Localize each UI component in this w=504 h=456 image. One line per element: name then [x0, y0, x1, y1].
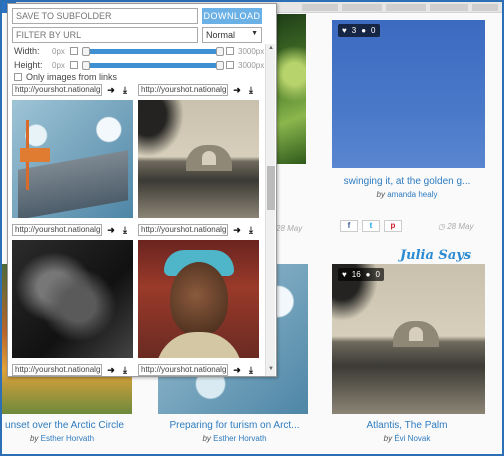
comment-count: 0: [371, 26, 376, 35]
comment-count: 0: [375, 270, 380, 279]
thumbnail-woman-portrait[interactable]: [138, 240, 259, 358]
width-max-handle[interactable]: [216, 47, 224, 56]
download-icon[interactable]: ⤓: [246, 225, 256, 236]
card-byline-arctic-prep: by Esther Horvath: [162, 434, 307, 443]
width-max-checkbox[interactable]: [226, 47, 234, 55]
image-url-row: http://yourshot.nationalg ➜ ⤓: [138, 84, 256, 96]
height-min-label: 0px: [52, 61, 65, 70]
author-link[interactable]: Esther Horvath: [213, 434, 266, 443]
filter-mode-select[interactable]: Normal ▼: [202, 27, 262, 43]
comment-icon: ●: [361, 26, 367, 35]
image-url-field[interactable]: http://yourshot.nationalg: [12, 364, 102, 376]
height-min-handle[interactable]: [82, 61, 90, 70]
card-stats-golden-gate: ♥ 3 ● 0: [338, 24, 380, 37]
author-link[interactable]: amanda healy: [387, 190, 437, 199]
arrow-right-icon[interactable]: ➜: [232, 85, 242, 96]
card-date: 28 May: [447, 222, 474, 231]
thumbnail-gorilla[interactable]: [12, 240, 133, 358]
twitter-share-button[interactable]: t: [362, 220, 380, 232]
photo-golden-gate[interactable]: [332, 20, 485, 168]
image-downloader-popup: DOWNLOAD Normal ▼ Width: 0px 3000px Heig…: [7, 3, 277, 377]
download-icon[interactable]: ⤓: [120, 225, 130, 236]
height-max-handle[interactable]: [216, 61, 224, 70]
image-url-field[interactable]: http://yourshot.nationalg: [138, 364, 228, 376]
thumbnail-arctic-ship[interactable]: [12, 100, 133, 218]
arrow-right-icon[interactable]: ➜: [106, 225, 116, 236]
card-byline-golden-gate: by amanda healy: [332, 190, 482, 199]
author-link[interactable]: Évi Novak: [394, 434, 430, 443]
arrow-right-icon[interactable]: ➜: [106, 85, 116, 96]
image-url-row: http://yourshot.nationalg ➜ ⤓: [12, 224, 130, 236]
chevron-down-icon: ▼: [251, 30, 258, 37]
only-links-label: Only images from links: [26, 72, 118, 82]
by-label: by: [376, 190, 385, 199]
height-max-label: 3000px: [238, 61, 265, 70]
scroll-up-icon[interactable]: ▲: [267, 45, 275, 51]
card-title-golden-gate[interactable]: swinging it, at the golden g...: [332, 176, 482, 187]
watermark-julia-says: Julia Says: [400, 248, 472, 263]
height-slider[interactable]: [84, 63, 220, 68]
width-min-handle[interactable]: [82, 47, 90, 56]
height-min-checkbox[interactable]: [70, 61, 78, 69]
like-count: 16: [351, 270, 361, 279]
scroll-down-icon[interactable]: ▼: [267, 366, 275, 372]
filter-url-input[interactable]: [12, 27, 198, 43]
subfolder-input[interactable]: [12, 8, 198, 24]
width-label: Width:: [14, 46, 40, 56]
by-label: by: [383, 434, 393, 443]
card-title-arctic-sunset[interactable]: unset over the Arctic Circle: [2, 420, 127, 431]
arrow-right-icon[interactable]: ➜: [232, 225, 242, 236]
pinterest-share-button[interactable]: p: [384, 220, 402, 232]
author-link[interactable]: Esther Horvath: [41, 434, 94, 443]
only-links-checkbox[interactable]: [14, 73, 22, 81]
download-icon[interactable]: ⤓: [120, 365, 130, 376]
heart-icon: ♥: [342, 270, 347, 279]
arrow-right-icon[interactable]: ➜: [106, 365, 116, 376]
download-icon[interactable]: ⤓: [246, 85, 256, 96]
filter-mode-value: Normal: [206, 30, 236, 40]
download-icon[interactable]: ⤓: [246, 365, 256, 376]
width-min-checkbox[interactable]: [70, 47, 78, 55]
card-stats-atlantis: ♥ 16 ● 0: [338, 268, 384, 281]
image-url-row: http://yourshot.nationalg ➜ ⤓: [12, 84, 130, 96]
image-url-row: http://yourshot.nationalg ➜ ⤓: [12, 364, 130, 376]
heart-icon: ♥: [342, 26, 347, 35]
facebook-share-button[interactable]: f: [340, 220, 358, 232]
card-title-atlantis[interactable]: Atlantis, The Palm: [332, 420, 482, 431]
image-url-row: http://yourshot.nationalg ➜ ⤓: [138, 364, 256, 376]
width-max-label: 3000px: [238, 47, 265, 56]
scrollbar-thumb[interactable]: [267, 166, 275, 210]
arrow-right-icon[interactable]: ➜: [232, 365, 242, 376]
download-icon[interactable]: ⤓: [120, 85, 130, 96]
download-button[interactable]: DOWNLOAD: [202, 8, 262, 24]
comment-icon: ●: [365, 270, 371, 279]
width-slider[interactable]: [84, 49, 220, 54]
image-url-field[interactable]: http://yourshot.nationalg: [138, 224, 228, 236]
card-date-golden-gate: ◷ 28 May: [438, 222, 473, 231]
like-count: 3: [351, 26, 357, 35]
by-label: by: [202, 434, 211, 443]
image-url-row: http://yourshot.nationalg ➜ ⤓: [138, 224, 256, 236]
image-url-field[interactable]: http://yourshot.nationalg: [12, 84, 102, 96]
height-label: Height:: [14, 60, 43, 70]
popup-scrollbar[interactable]: ▲ ▼: [265, 44, 275, 376]
card-byline-atlantis: by Évi Novak: [332, 434, 482, 443]
card-title-arctic-prep[interactable]: Preparing for turism on Arct...: [162, 420, 307, 431]
image-url-field[interactable]: http://yourshot.nationalg: [138, 84, 228, 96]
image-url-field[interactable]: http://yourshot.nationalg: [12, 224, 102, 236]
width-min-label: 0px: [52, 47, 65, 56]
photo-atlantis[interactable]: [332, 264, 485, 414]
clock-icon: ◷: [438, 222, 445, 231]
card-date-middle: 28 May: [276, 224, 303, 233]
thumbnail-atlantis[interactable]: [138, 100, 259, 218]
height-max-checkbox[interactable]: [226, 61, 234, 69]
by-label: by: [29, 434, 39, 443]
share-buttons: f t p: [340, 220, 402, 232]
card-byline-arctic-sunset: by Esther Horvath: [2, 434, 122, 443]
